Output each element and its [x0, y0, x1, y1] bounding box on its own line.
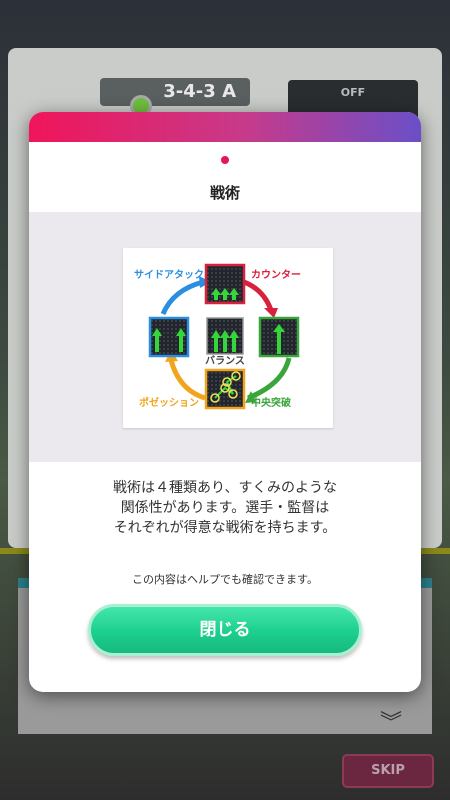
page-indicator-dot — [221, 156, 229, 164]
label-possession: ポゼッション — [139, 396, 199, 409]
description-line: それぞれが得意な戦術を持ちます。 — [113, 520, 337, 536]
possession-tile — [204, 368, 246, 410]
arrow-central — [247, 357, 292, 401]
help-note: この内容はヘルプでも確認できます。 — [132, 573, 318, 586]
arrow-possession — [168, 359, 206, 401]
arrow-side — [160, 279, 204, 316]
modal-title: 戦術 — [209, 184, 240, 202]
formation-label: 3-4-3 A — [100, 78, 250, 106]
counter-tile — [204, 263, 246, 305]
label-balance: バランス — [205, 355, 245, 367]
toggle-label: OFF — [340, 86, 366, 99]
arrow-counter-head — [264, 308, 278, 318]
side-attack-tile — [148, 316, 190, 358]
close-button[interactable]: 閉じる — [88, 604, 362, 656]
label-counter: カウンター — [251, 269, 301, 281]
chevron-down-icon: ︾ — [380, 711, 403, 736]
tactics-diagram: サイドアタック カウンター バランス ポゼッション 中央突破 — [123, 248, 333, 428]
label-side-attack: サイドアタック — [134, 269, 204, 281]
tactics-modal: 戦術 サイドアタック カウンター バランス ポゼッション 中央突破 戦術は４種類… — [29, 112, 421, 692]
description-text: 戦術は４種類あり、すくみのような 関係性があります。選手・監督は それぞれが得意… — [29, 478, 421, 538]
description-line: 関係性があります。選手・監督は — [120, 500, 330, 516]
balance-tile — [206, 317, 244, 355]
skip-button[interactable]: SKIP — [342, 754, 434, 788]
arrow-counter — [240, 278, 274, 311]
modal-header-bar — [29, 112, 421, 142]
central-break-tile — [258, 316, 300, 358]
description-line: 戦術は４種類あり、すくみのような — [113, 480, 337, 496]
label-central-break: 中央突破 — [251, 396, 291, 409]
